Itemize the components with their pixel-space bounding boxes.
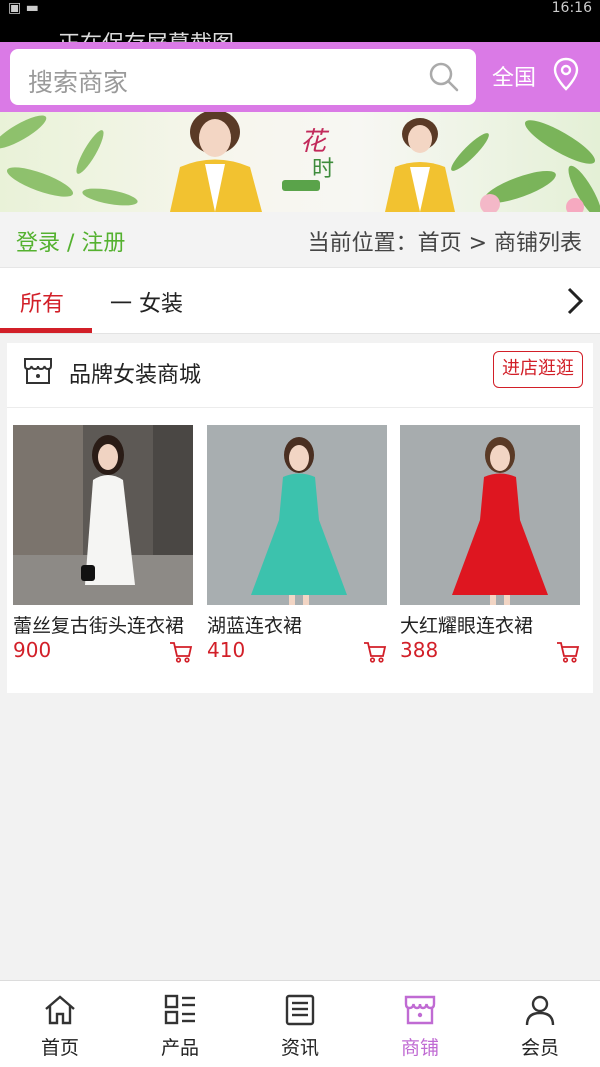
- nav-item-products[interactable]: 产品: [120, 989, 240, 1065]
- store-icon: [24, 358, 52, 384]
- screenshot-notice: 正在保存屏幕截图: [58, 26, 234, 42]
- cart-icon[interactable]: [363, 640, 387, 664]
- cart-icon[interactable]: [169, 640, 193, 664]
- user-icon: [525, 995, 555, 1026]
- status-time: 16:16: [551, 0, 592, 16]
- nav-label: 会员: [520, 1037, 559, 1059]
- product-image[interactable]: [400, 425, 580, 605]
- nav-label: 产品: [160, 1037, 199, 1059]
- svg-text:时: 时: [312, 157, 334, 182]
- active-tab-indicator: [0, 328, 92, 333]
- login-register-link[interactable]: 登录 / 注册: [16, 225, 125, 257]
- product-card[interactable]: 大红耀眼连衣裙 388: [400, 425, 580, 663]
- grid-list-icon: [164, 994, 195, 1025]
- enter-shop-button[interactable]: 进店逛逛: [493, 351, 583, 388]
- nav-label: 资讯: [280, 1037, 319, 1059]
- category-tabs: 所有 一 女装: [0, 268, 600, 334]
- product-price: 388: [400, 638, 439, 662]
- product-image[interactable]: [207, 425, 387, 605]
- search-icon[interactable]: [428, 61, 460, 93]
- location-bar: 登录 / 注册 当前位置：首页 > 商铺列表: [0, 212, 600, 268]
- status-bar: ▣ ▬ 正在保存屏幕截图 16:16: [0, 0, 600, 42]
- nav-label: 首页: [40, 1037, 79, 1059]
- region-selector[interactable]: 全国: [492, 60, 536, 92]
- nav-item-news[interactable]: 资讯: [240, 989, 360, 1065]
- product-name[interactable]: 大红耀眼连衣裙: [400, 611, 533, 638]
- product-card[interactable]: 蕾丝复古街头连衣裙 900: [13, 425, 193, 663]
- search-box[interactable]: 搜索商家: [10, 49, 476, 105]
- product-card[interactable]: 湖蓝连衣裙 410: [207, 425, 387, 663]
- banner-image: 花 时: [0, 112, 600, 212]
- shop-card: 品牌女装商城 进店逛逛 蕾丝复古街头连衣裙 900 湖蓝连衣裙 410 大红耀眼…: [7, 343, 593, 693]
- nav-item-member[interactable]: 会员: [480, 989, 600, 1065]
- product-price: 410: [207, 638, 246, 662]
- shop-header: 品牌女装商城 进店逛逛: [7, 343, 593, 408]
- breadcrumb: 当前位置：首页 > 商铺列表: [307, 231, 582, 256]
- status-left-icons: ▣ ▬: [8, 0, 39, 16]
- cart-icon[interactable]: [556, 640, 580, 664]
- chevron-right-icon[interactable]: [564, 286, 586, 316]
- search-input[interactable]: 搜索商家: [28, 63, 128, 99]
- nav-item-stores[interactable]: 商铺: [360, 989, 480, 1065]
- nav-label: 商铺: [400, 1037, 439, 1059]
- product-name[interactable]: 蕾丝复古街头连衣裙: [13, 611, 184, 638]
- store-icon: [404, 995, 436, 1025]
- location-pin-icon[interactable]: [550, 56, 582, 92]
- tab-womens-clothing[interactable]: 一 女装: [110, 286, 183, 318]
- nav-item-home[interactable]: 首页: [0, 989, 120, 1065]
- home-icon: [45, 995, 75, 1025]
- promo-banner[interactable]: 花 时: [0, 112, 600, 212]
- product-image[interactable]: [13, 425, 193, 605]
- tab-all[interactable]: 所有: [20, 286, 64, 318]
- product-name[interactable]: 湖蓝连衣裙: [207, 611, 302, 638]
- bottom-nav: 首页 产品 资讯 商铺 会员: [0, 980, 600, 1067]
- svg-text:花: 花: [300, 127, 330, 157]
- product-price: 900: [13, 638, 52, 662]
- top-bar: 搜索商家 全国: [0, 42, 600, 112]
- shop-name[interactable]: 品牌女装商城: [69, 357, 201, 389]
- news-icon: [285, 994, 315, 1026]
